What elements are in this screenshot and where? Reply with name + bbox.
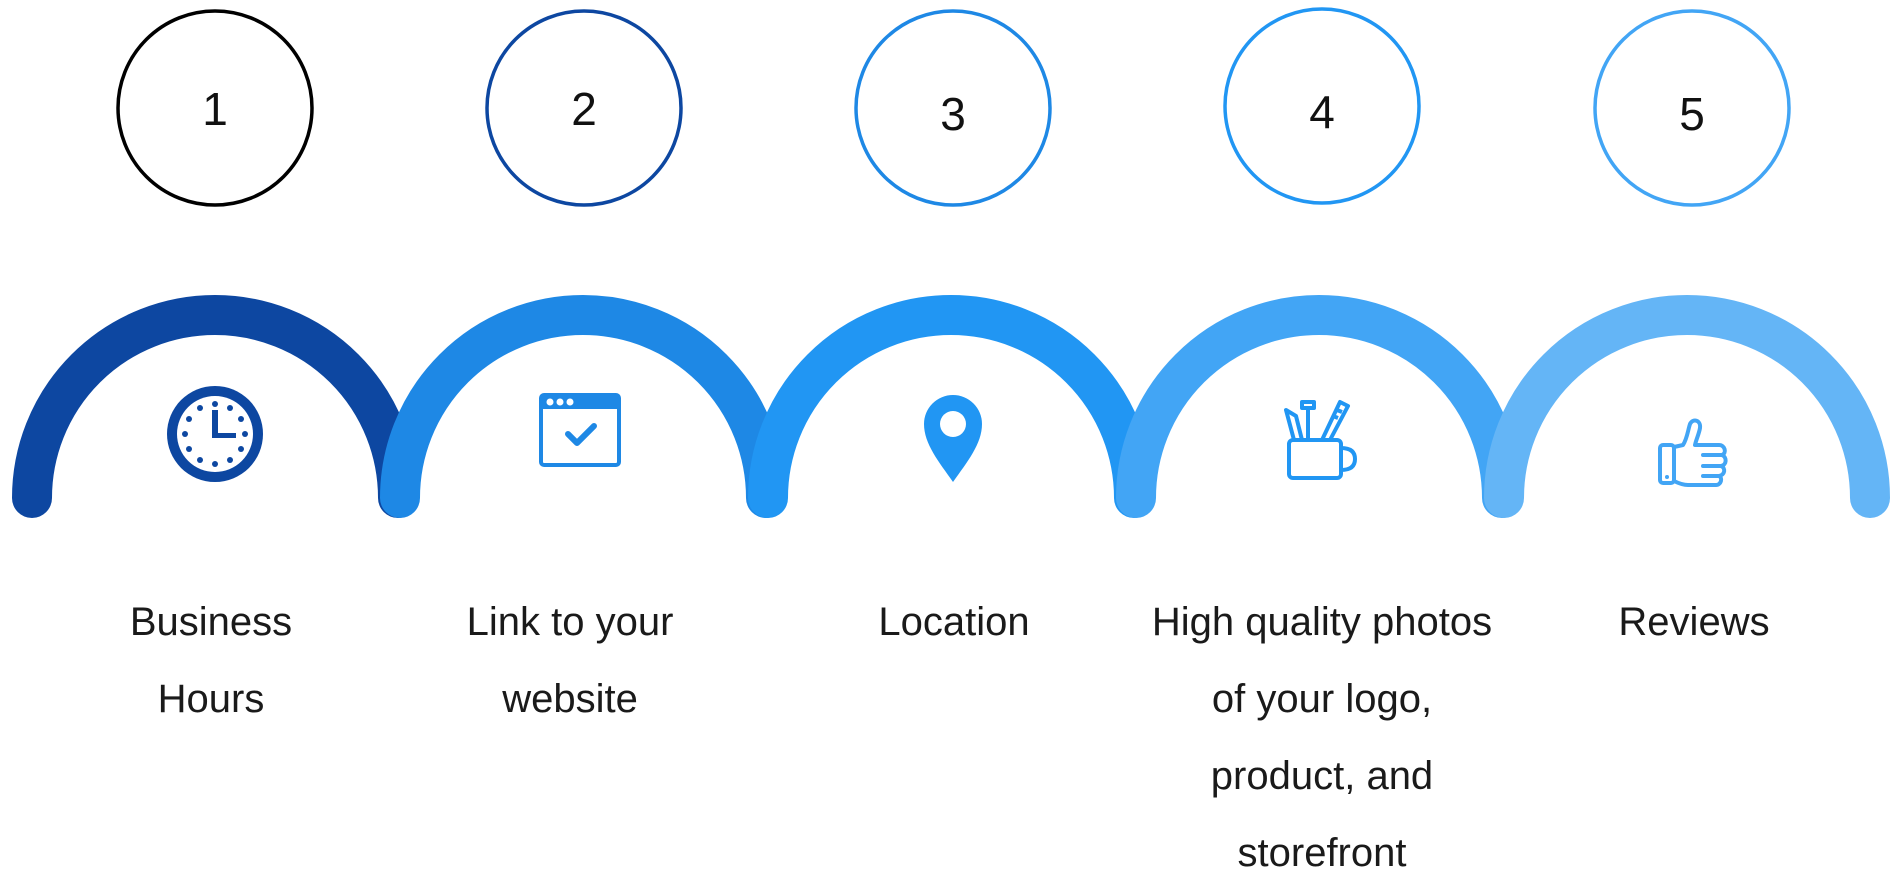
step-4-label: High quality photos of your logo, product,…	[1122, 584, 1522, 892]
step-4-arc	[1116, 295, 1522, 518]
step-1-label: Business Hours	[11, 584, 411, 738]
label-line: Link to your	[466, 600, 674, 644]
step-4-number: 4	[1309, 86, 1335, 138]
design-tools-cup-icon	[1284, 400, 1357, 480]
step-3-label: Location	[754, 584, 1154, 661]
label-line: High quality photos	[1151, 600, 1493, 644]
label-line: Reviews	[1618, 600, 1770, 644]
thumbs-up-icon	[1658, 418, 1728, 487]
step-5-label: Reviews	[1494, 584, 1890, 661]
step-2-label: Link to your website	[370, 584, 770, 738]
label-line: website	[502, 677, 638, 721]
step-3-number: 3	[940, 88, 966, 140]
label-line: product, and	[1210, 754, 1434, 798]
step-4-number-circle: 4	[1223, 7, 1421, 205]
step-5-arc	[1484, 295, 1890, 518]
step-2-number-circle: 2	[485, 9, 683, 207]
browser-check-icon	[539, 393, 621, 467]
step-1-number-circle: 1	[116, 9, 314, 207]
label-line: Business	[129, 600, 293, 644]
label-line: Location	[878, 600, 1030, 644]
step-3-number-circle: 3	[854, 9, 1052, 207]
step-2-number: 2	[571, 83, 597, 135]
process-diagram: 1 2 3 4 5 Business Hours Link to your we…	[0, 0, 1890, 875]
step-5-number-circle: 5	[1593, 9, 1791, 207]
step-5-number: 5	[1679, 88, 1705, 140]
label-line: Hours	[157, 677, 265, 721]
map-pin-icon	[924, 395, 982, 482]
step-1-number: 1	[202, 83, 228, 135]
label-line: of your logo,	[1211, 677, 1433, 721]
label-line: storefront	[1237, 831, 1407, 875]
clock-icon	[167, 386, 263, 482]
